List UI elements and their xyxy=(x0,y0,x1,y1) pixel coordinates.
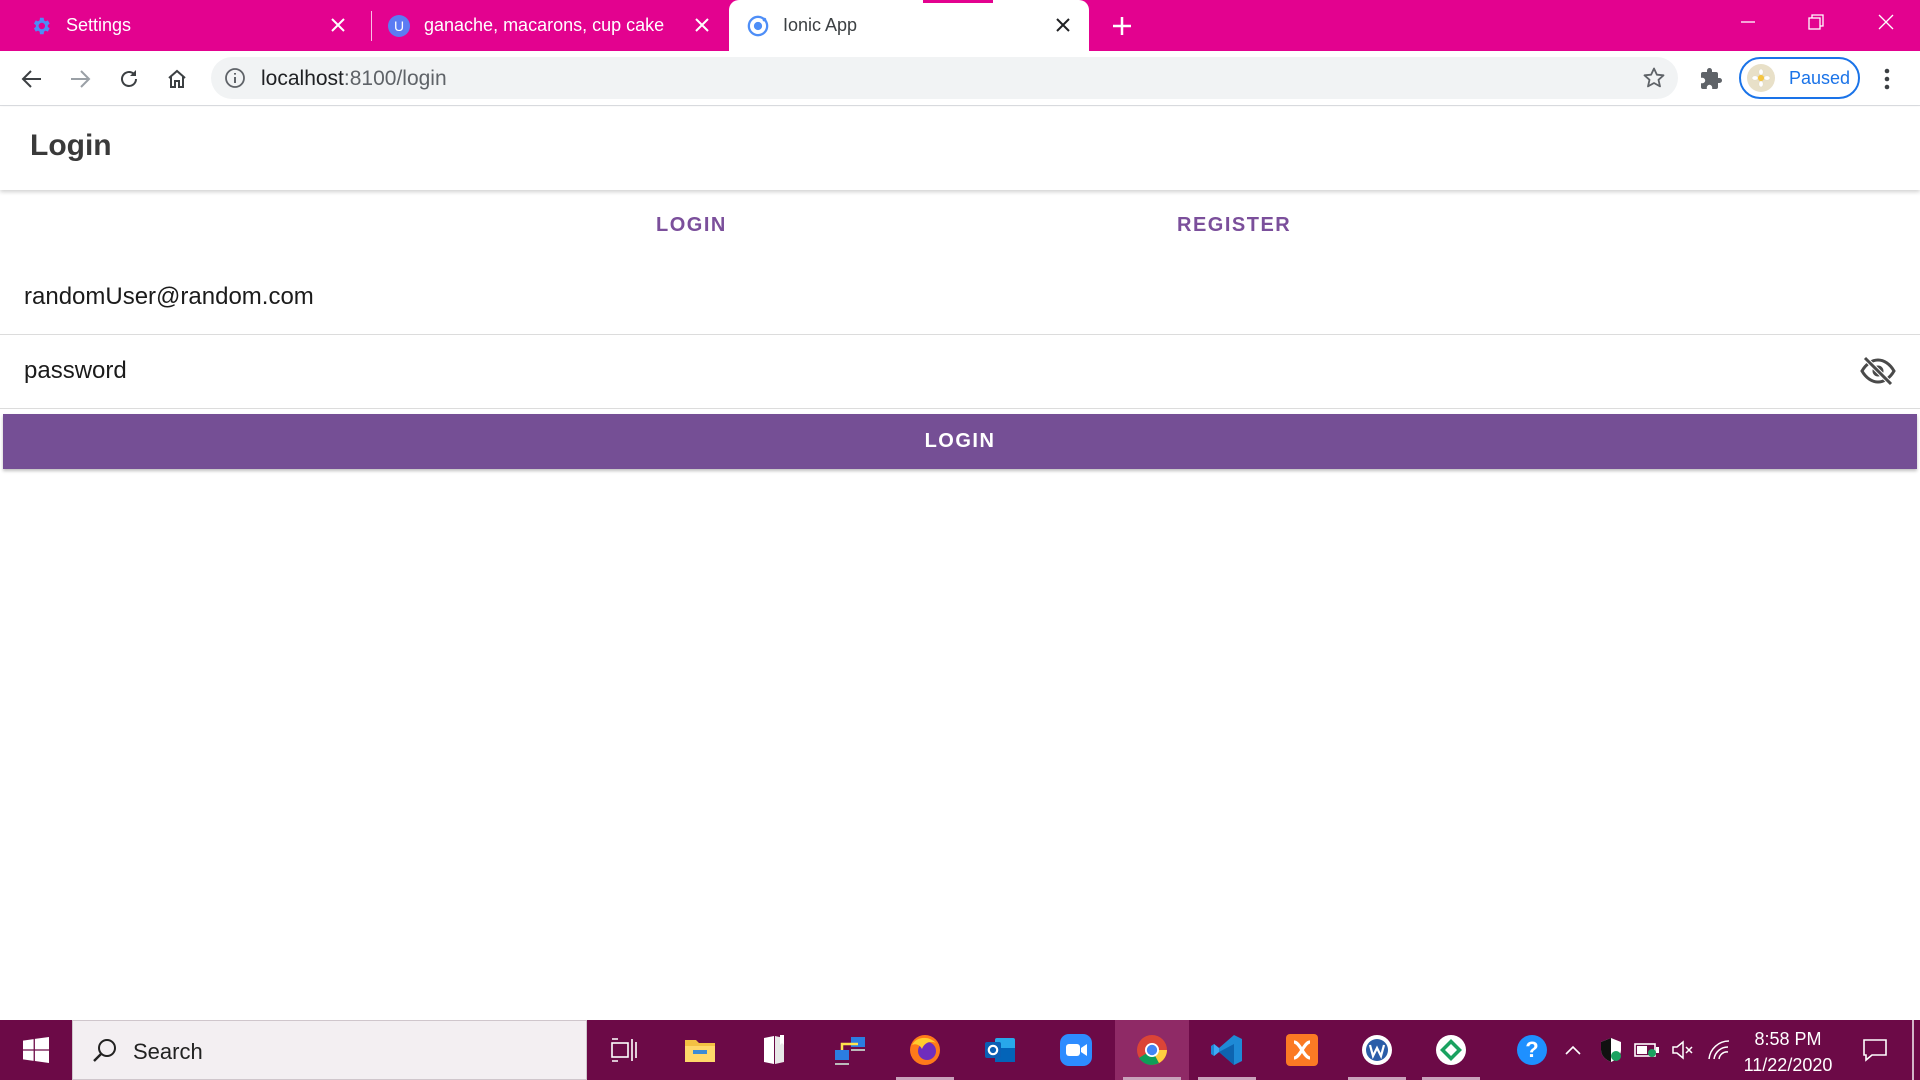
u-avatar-icon: U xyxy=(388,14,410,37)
svg-text:U: U xyxy=(394,18,404,34)
svg-text:?: ? xyxy=(1525,1037,1538,1062)
zoom-icon[interactable] xyxy=(1039,1020,1113,1080)
tab-title: Settings xyxy=(66,15,132,35)
eye-off-icon[interactable] xyxy=(1860,355,1896,387)
app-header: Login xyxy=(0,107,1920,190)
tab-ganache[interactable]: U ganache, macarons, cup cake xyxy=(372,0,728,51)
reload-icon[interactable] xyxy=(113,63,145,95)
minimize-icon[interactable] xyxy=(1714,0,1782,44)
xampp-icon[interactable] xyxy=(1265,1020,1339,1080)
app-w-icon[interactable] xyxy=(1340,1020,1414,1080)
search-placeholder: Search xyxy=(133,1039,203,1064)
profile-status: Paused xyxy=(1789,67,1851,88)
tab-ionic-app[interactable]: Ionic App xyxy=(729,0,1089,51)
password-input[interactable]: password xyxy=(24,357,127,385)
tab-title: ganache, macarons, cup cake xyxy=(424,15,665,35)
forward-icon[interactable] xyxy=(64,63,96,95)
file-explorer-icon[interactable] xyxy=(663,1020,737,1080)
address-url[interactable]: localhost:8100/login xyxy=(261,67,447,91)
search-icon xyxy=(91,1037,119,1065)
segment-register[interactable]: REGISTER xyxy=(1177,214,1291,237)
app-green-icon[interactable] xyxy=(1414,1020,1488,1080)
browser-menu-icon[interactable] xyxy=(1871,63,1903,95)
close-tab-icon[interactable] xyxy=(690,13,714,37)
home-icon[interactable] xyxy=(161,63,193,95)
gear-icon xyxy=(30,15,52,37)
site-info-icon[interactable] xyxy=(224,67,246,89)
chrome-icon[interactable] xyxy=(1115,1020,1189,1080)
security-shield-icon[interactable] xyxy=(1594,1020,1628,1080)
network-icon[interactable] xyxy=(813,1020,887,1080)
new-tab-icon[interactable] xyxy=(1108,12,1136,40)
vscode-icon[interactable] xyxy=(1190,1020,1264,1080)
ionic-icon xyxy=(747,15,769,37)
tab-accent-bar xyxy=(923,0,993,3)
tab-title: Ionic App xyxy=(783,15,858,35)
email-field[interactable]: randomUser@random.com xyxy=(0,261,1920,335)
back-icon[interactable] xyxy=(16,63,48,95)
volume-muted-icon[interactable] xyxy=(1666,1020,1700,1080)
show-desktop-button[interactable] xyxy=(1912,1020,1914,1080)
page-title: Login xyxy=(30,129,112,162)
books-icon[interactable] xyxy=(737,1020,811,1080)
tab-settings[interactable]: Settings xyxy=(0,0,364,51)
task-view-icon[interactable] xyxy=(587,1020,661,1080)
close-tab-icon[interactable] xyxy=(326,13,350,37)
firefox-icon[interactable] xyxy=(888,1020,962,1080)
notifications-icon[interactable] xyxy=(1852,1020,1898,1080)
profile-button[interactable]: Paused xyxy=(1739,57,1860,99)
battery-icon[interactable] xyxy=(1630,1020,1664,1080)
browser-toolbar: localhost:8100/login Paused xyxy=(0,51,1920,106)
system-clock[interactable]: 8:58 PM 11/22/2020 xyxy=(1732,1026,1844,1078)
bookmark-star-icon[interactable] xyxy=(1642,66,1666,90)
wifi-icon[interactable] xyxy=(1702,1020,1736,1080)
clock-date: 11/22/2020 xyxy=(1743,1055,1833,1075)
avatar xyxy=(1747,64,1775,92)
login-button[interactable]: LOGIN xyxy=(3,414,1917,469)
windows-taskbar: Search ? 8:58 PM 11/22/2020 xyxy=(0,1020,1920,1080)
address-bar[interactable]: localhost:8100/login xyxy=(211,57,1678,99)
password-field[interactable]: password xyxy=(0,335,1920,409)
outlook-icon[interactable] xyxy=(963,1020,1037,1080)
browser-tab-strip: Settings U ganache, macarons, cup cake I… xyxy=(0,0,1920,51)
restore-icon[interactable] xyxy=(1782,0,1850,44)
windows-start-icon[interactable] xyxy=(0,1020,72,1080)
auth-segment: LOGIN REGISTER xyxy=(0,192,1920,260)
extensions-icon[interactable] xyxy=(1695,63,1727,95)
taskbar-search[interactable]: Search xyxy=(72,1020,587,1080)
segment-login[interactable]: LOGIN xyxy=(656,214,727,237)
close-window-icon[interactable] xyxy=(1852,0,1920,44)
email-input[interactable]: randomUser@random.com xyxy=(24,283,314,311)
help-icon[interactable]: ? xyxy=(1512,1020,1552,1080)
clock-time: 8:58 PM xyxy=(1754,1029,1822,1049)
chevron-up-icon[interactable] xyxy=(1560,1020,1586,1080)
close-tab-icon[interactable] xyxy=(1051,13,1075,37)
